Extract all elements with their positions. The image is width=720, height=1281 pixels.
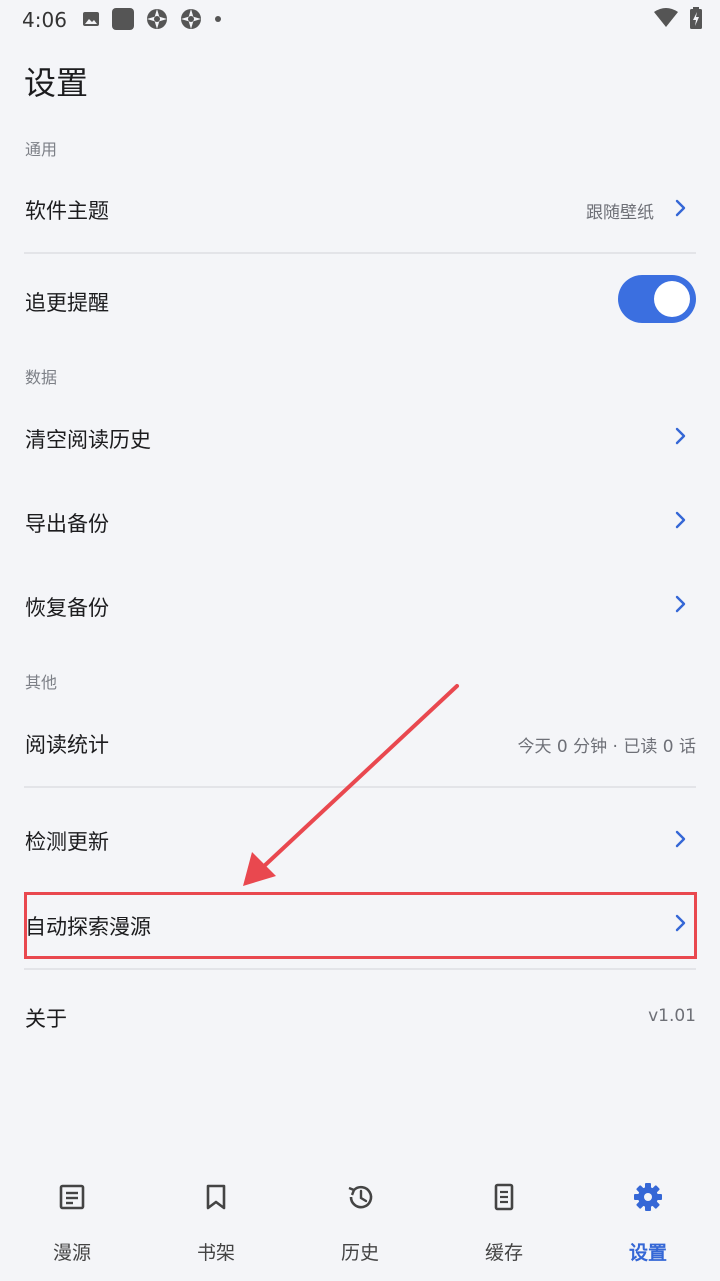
setting-label: 软件主题 xyxy=(25,199,109,223)
setting-row-update-reminder[interactable]: 追更提醒 xyxy=(0,257,720,341)
nav-item-sources[interactable]: 漫源 xyxy=(0,1160,144,1281)
setting-label: 检测更新 xyxy=(25,830,109,854)
history-icon xyxy=(348,1185,373,1209)
chevron-right-icon xyxy=(675,199,686,217)
setting-label: 清空阅读历史 xyxy=(25,428,151,452)
more-notifications-dot-icon xyxy=(215,16,221,22)
setting-row-export-backup[interactable]: 导出备份 xyxy=(0,479,720,563)
chevron-right-icon xyxy=(675,427,686,445)
status-bar: 4:06 xyxy=(0,0,720,40)
aperture-notification-icon-2 xyxy=(181,9,201,29)
app-notification-icon xyxy=(112,8,134,30)
bookmark-icon xyxy=(206,1184,226,1210)
setting-row-clear-history[interactable]: 清空阅读历史 xyxy=(0,395,720,479)
document-icon xyxy=(494,1183,514,1211)
bottom-navigation: 漫源 书架 历史 缓存 设置 xyxy=(0,1160,720,1281)
divider xyxy=(24,786,696,788)
nav-label: 设置 xyxy=(628,1242,667,1264)
section-label-other: 其他 xyxy=(25,673,58,692)
setting-label: 关于 xyxy=(25,1007,67,1031)
divider xyxy=(24,252,696,254)
image-notification-icon xyxy=(83,12,99,26)
highlight-box-annotation xyxy=(24,892,697,959)
chevron-right-icon xyxy=(675,595,686,613)
setting-label: 追更提醒 xyxy=(25,291,109,315)
setting-row-check-update[interactable]: 检测更新 xyxy=(0,797,720,881)
status-time: 4:06 xyxy=(22,8,67,32)
battery-icon xyxy=(690,7,702,29)
nav-item-bookshelf[interactable]: 书架 xyxy=(144,1160,288,1281)
settings-gear-icon xyxy=(634,1183,662,1211)
chevron-right-icon xyxy=(675,830,686,848)
nav-item-history[interactable]: 历史 xyxy=(288,1160,432,1281)
setting-row-about[interactable]: 关于 v1.01 xyxy=(0,974,720,1058)
setting-value: v1.01 xyxy=(648,1006,696,1026)
toggle-knob xyxy=(654,281,690,317)
nav-item-settings[interactable]: 设置 xyxy=(576,1160,720,1281)
setting-value: 跟随壁纸 xyxy=(586,203,654,223)
section-label-general: 通用 xyxy=(25,140,58,159)
aperture-notification-icon xyxy=(147,9,167,29)
setting-label: 导出备份 xyxy=(25,512,109,536)
page-title: 设置 xyxy=(24,64,89,102)
setting-row-reading-stats[interactable]: 阅读统计 今天 0 分钟 · 已读 0 话 xyxy=(0,700,720,784)
nav-label: 漫源 xyxy=(52,1242,91,1264)
nav-item-cache[interactable]: 缓存 xyxy=(432,1160,576,1281)
nav-label: 历史 xyxy=(340,1242,379,1264)
setting-row-theme[interactable]: 软件主题 跟随壁纸 xyxy=(0,166,720,250)
update-reminder-toggle[interactable] xyxy=(618,275,696,323)
setting-label: 阅读统计 xyxy=(25,733,109,757)
divider xyxy=(24,968,696,970)
nav-label: 缓存 xyxy=(484,1242,523,1264)
chevron-right-icon xyxy=(675,511,686,529)
setting-value: 今天 0 分钟 · 已读 0 话 xyxy=(517,737,696,757)
system-status-icons xyxy=(654,7,702,29)
nav-label: 书架 xyxy=(196,1242,235,1264)
setting-label: 恢复备份 xyxy=(25,596,109,620)
section-label-data: 数据 xyxy=(25,368,58,387)
setting-row-restore-backup[interactable]: 恢复备份 xyxy=(0,563,720,647)
notification-icons xyxy=(82,8,222,30)
article-icon xyxy=(59,1184,85,1210)
wifi-icon xyxy=(654,8,678,27)
